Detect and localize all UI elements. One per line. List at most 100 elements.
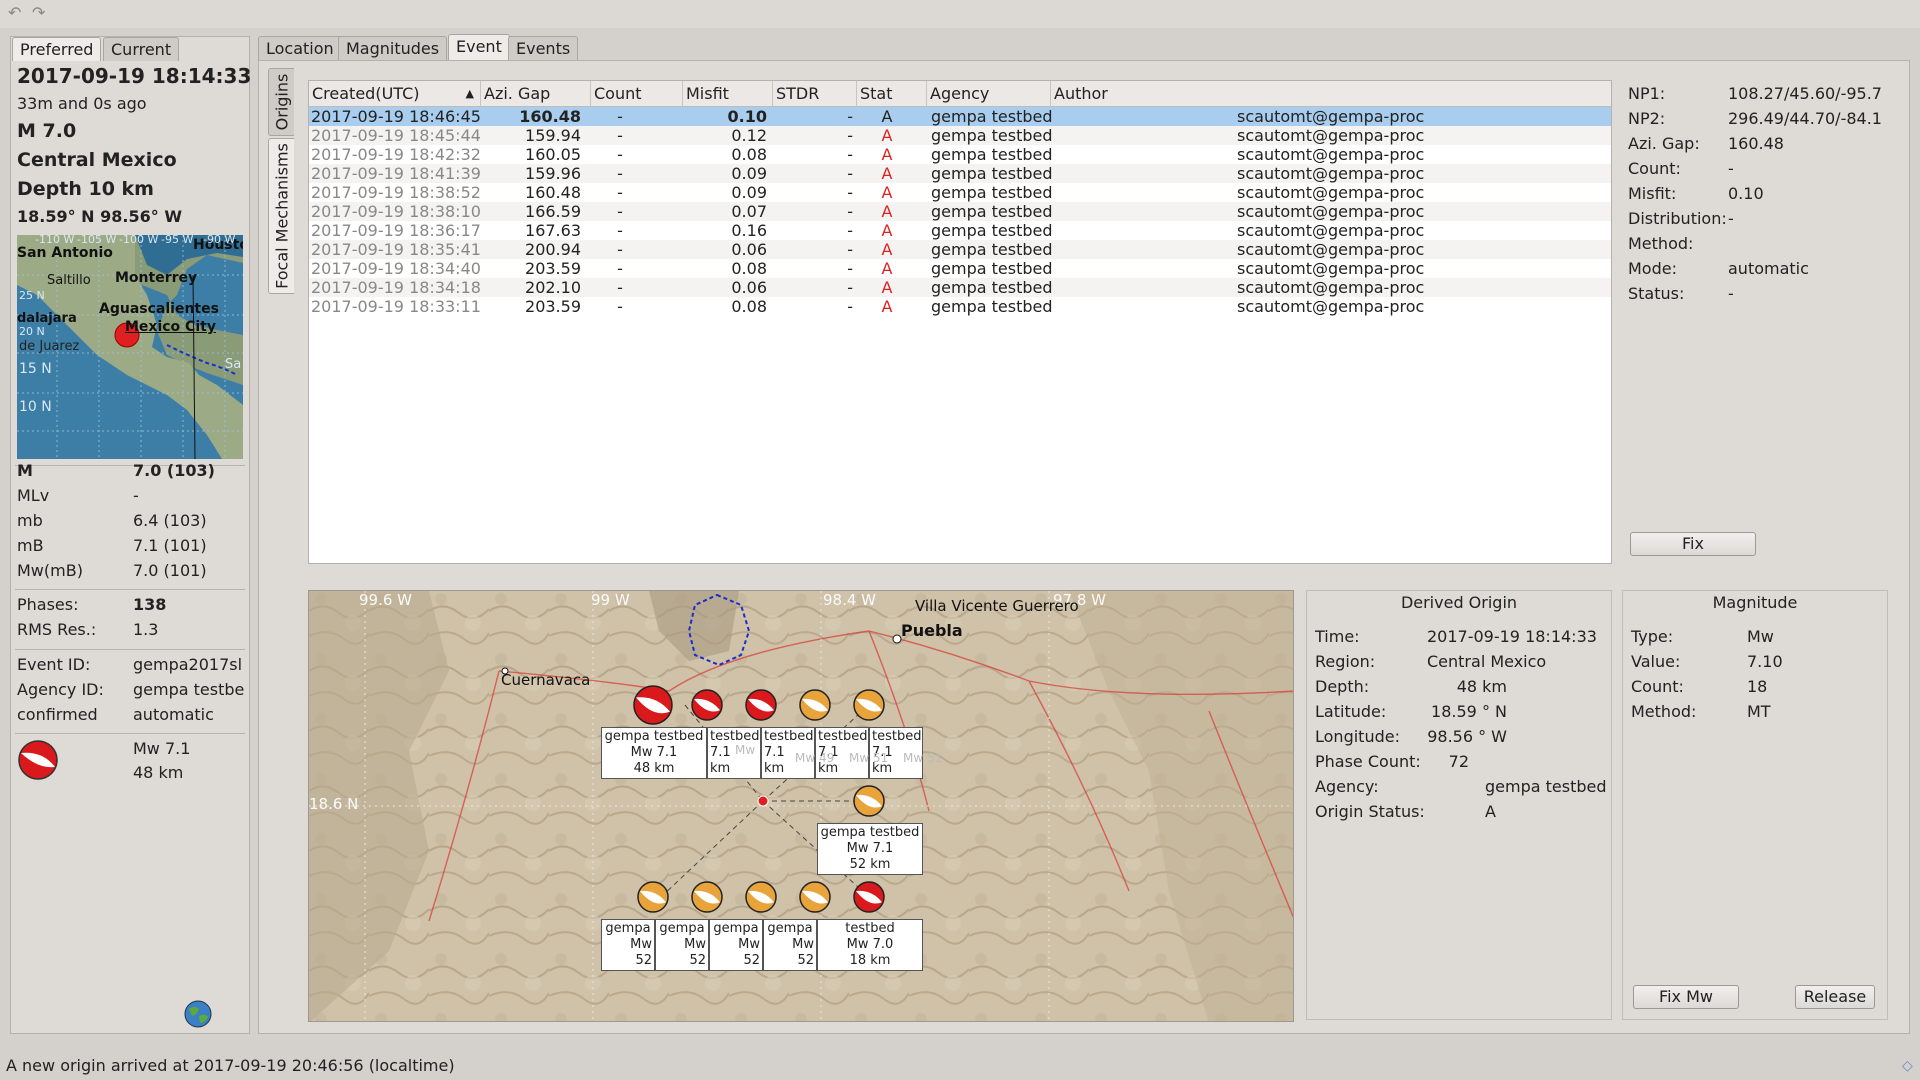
mag-value: 7.0 (103) <box>133 461 215 480</box>
city-label: Puebla <box>901 621 963 640</box>
derived-origin-value: 2017-09-19 18:14:33 <box>1427 627 1597 646</box>
column-header-stat[interactable]: Stat <box>857 81 927 107</box>
globe-icon[interactable] <box>183 999 213 1029</box>
release-button[interactable]: Release <box>1795 985 1875 1009</box>
table-row[interactable]: 2017-09-19 18:42:32 160.05 - 0.08 - Agempa te… <box>309 145 1611 164</box>
focal-mechanism-beachball-icon[interactable] <box>798 880 832 914</box>
column-header-azi-gap[interactable]: Azi. Gap <box>481 81 591 107</box>
table-row[interactable]: 2017-09-19 18:45:44 159.94 - 0.12 - Agempa te… <box>309 126 1611 145</box>
focal-mechanism-beachball-icon[interactable] <box>632 684 674 726</box>
magnitude-row: Value: 7.10 <box>1631 652 1881 674</box>
fm-label-line: 18 km <box>849 953 891 968</box>
fm-info-label: Count: <box>1628 159 1681 178</box>
table-row[interactable]: 2017-09-19 18:38:10 166.59 - 0.07 - Agempa te… <box>309 202 1611 221</box>
event-id-row: Event ID: gempa2017sl <box>17 655 245 677</box>
tab-focal-mechanisms[interactable]: Focal Mechanisms <box>268 138 294 294</box>
map-label: de Juarez <box>19 339 80 354</box>
tab-preferred[interactable]: Preferred <box>12 37 102 61</box>
table-cell: 0.08 <box>731 145 767 164</box>
magnitude-rows: Type: Mw Value: 7.10 Count: 18 Method: MT <box>1631 627 1881 737</box>
table-row[interactable]: 2017-09-19 18:34:40 203.59 - 0.08 - Agempa te… <box>309 259 1611 278</box>
focal-mechanism-beachball-icon[interactable] <box>798 688 832 722</box>
tab-location[interactable]: Location <box>258 36 342 60</box>
derived-origin-value: 98.56 ° W <box>1427 727 1507 746</box>
fm-label-line: Mw 7.1 <box>846 841 894 856</box>
map-label: San Antonio <box>17 245 113 261</box>
derived-origin-row: Phase Count: 72 <box>1315 752 1605 774</box>
fm-info-row: Misfit: 0.10 <box>1628 184 1908 206</box>
fm-label: gempa Mw 52 <box>655 919 709 971</box>
table-row[interactable]: 2017-09-19 18:33:11 203.59 - 0.08 - Agempa te… <box>309 297 1611 316</box>
focal-mechanism-beachball-icon[interactable] <box>852 880 886 914</box>
fm-label: gempa Mw 52 <box>763 919 817 971</box>
focal-mechanism-beachball-icon[interactable] <box>690 880 724 914</box>
fix-button[interactable]: Fix <box>1630 532 1756 556</box>
table-cell: 2017-09-19 18:38:10 <box>311 202 481 221</box>
column-header-created[interactable]: Created(UTC) ▲ <box>309 81 481 107</box>
agency-id-label: Agency ID: <box>17 680 104 699</box>
table-cell: A <box>881 221 893 240</box>
fm-info-row: Mode: automatic <box>1628 259 1908 281</box>
focal-mechanism-beachball-icon[interactable] <box>636 880 670 914</box>
column-header-author[interactable]: Author <box>1051 81 1611 107</box>
focal-mechanism-beachball-icon[interactable] <box>690 688 724 722</box>
table-cell: scautomt@gempa-proc <box>1237 259 1425 278</box>
tab-event[interactable]: Event <box>448 34 510 60</box>
column-header-agency[interactable]: Agency <box>927 81 1051 107</box>
column-header-count[interactable]: Count <box>591 81 683 107</box>
mag-row: mb 6.4 (103) <box>17 511 245 533</box>
tab-origins[interactable]: Origins <box>268 68 294 136</box>
table-cell: 2017-09-19 18:34:18 <box>311 278 481 297</box>
fm-info-row: Distribution: - <box>1628 209 1908 231</box>
fm-info-value: - <box>1728 284 1734 303</box>
focal-mechanism-beachball-icon[interactable] <box>852 784 886 818</box>
table-cell: scautomt@gempa-proc <box>1237 221 1425 240</box>
resize-grip-icon[interactable]: ◇ <box>1902 1058 1913 1074</box>
overview-map[interactable]: San Antonio Houston Saltillo Monterrey A… <box>17 235 243 459</box>
table-cell: 203.59 <box>525 259 581 278</box>
focal-mechanism-beachball-icon[interactable] <box>744 688 778 722</box>
redo-icon[interactable]: ↷ <box>32 4 50 22</box>
table-row[interactable]: 2017-09-19 18:46:45 160.48 - 0.10 - Agempa te… <box>309 107 1611 126</box>
table-cell: 0.16 <box>731 221 767 240</box>
map-label: -105 W <box>77 235 117 246</box>
table-cell: 167.63 <box>525 221 581 240</box>
fix-mw-button[interactable]: Fix Mw <box>1633 985 1739 1009</box>
table-row[interactable]: 2017-09-19 18:35:41 200.94 - 0.06 - Agempa te… <box>309 240 1611 259</box>
fm-label-line: testbed <box>872 729 922 744</box>
fm-label-line: Mw <box>792 937 814 952</box>
table-cell: scautomt@gempa-proc <box>1237 183 1425 202</box>
table-cell: - <box>617 278 623 297</box>
event-map[interactable]: 99.6 W 99 W 98.4 W 97.8 W 18.6 N Cuernavaca Pu… <box>308 590 1294 1022</box>
focal-mechanism-beachball-icon[interactable] <box>852 688 886 722</box>
agency-id-value: gempa testbe <box>133 680 245 699</box>
fm-label-line: Mw <box>738 937 760 952</box>
table-cell: 2017-09-19 18:46:45 <box>311 107 481 126</box>
column-header-stdr[interactable]: STDR <box>773 81 857 107</box>
table-row[interactable]: 2017-09-19 18:38:52 160.48 - 0.09 - Agempa te… <box>309 183 1611 202</box>
table-cell: 0.06 <box>731 278 767 297</box>
fm-label-line: 52 <box>797 953 814 968</box>
sort-ascending-icon: ▲ <box>465 87 474 100</box>
event-age: 33m and 0s ago <box>17 94 147 113</box>
map-label: 15 N <box>19 361 52 377</box>
tab-events[interactable]: Events <box>508 36 579 60</box>
column-header-misfit[interactable]: Misfit <box>683 81 773 107</box>
table-row[interactable]: 2017-09-19 18:36:17 167.63 - 0.16 - Agempa te… <box>309 221 1611 240</box>
mag-type: MLv <box>17 486 50 505</box>
tab-current[interactable]: Current <box>103 37 180 61</box>
table-cell: - <box>847 126 853 145</box>
fm-info-label: NP2: <box>1628 109 1666 128</box>
table-row[interactable]: 2017-09-19 18:41:39 159.96 - 0.09 - Agempa te… <box>309 164 1611 183</box>
undo-icon[interactable]: ↶ <box>8 4 26 22</box>
magnitude-title: Magnitude <box>1712 593 1798 612</box>
rms-label: RMS Res.: <box>17 620 97 639</box>
table-cell: 202.10 <box>525 278 581 297</box>
focal-mechanism-table[interactable]: Created(UTC) ▲ Azi. Gap Count Misfit STDR… <box>308 80 1612 564</box>
fm-info-value: - <box>1728 209 1734 228</box>
fm-depth-row: 48 km <box>17 763 245 785</box>
table-row[interactable]: 2017-09-19 18:34:18 202.10 - 0.06 - Agempa te… <box>309 278 1611 297</box>
table-cell: - <box>847 164 853 183</box>
focal-mechanism-beachball-icon[interactable] <box>744 880 778 914</box>
tab-magnitudes[interactable]: Magnitudes <box>338 36 448 60</box>
